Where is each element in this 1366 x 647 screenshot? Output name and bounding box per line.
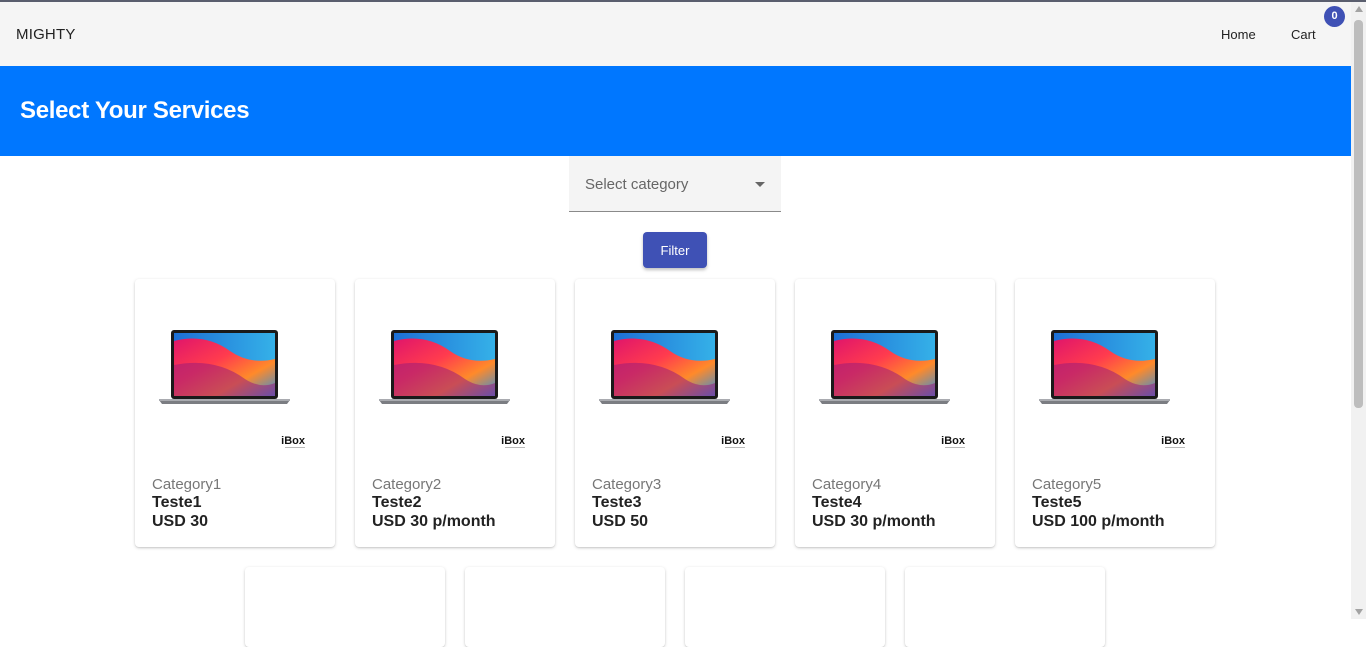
nav-cart-link[interactable]: Cart [1291,27,1316,42]
product-category: Category4 [812,476,882,493]
filter-button[interactable]: Filter [643,232,707,268]
caret-down-icon [755,182,765,187]
cart-count-badge: 0 [1324,6,1345,27]
product-card-partial[interactable] [465,567,665,647]
scrollbar-thumb[interactable] [1354,20,1363,408]
product-name: Teste3 [592,494,642,511]
arrow-down-icon[interactable] [1355,609,1363,615]
brand-mark: iBox [1161,435,1186,447]
product-price: USD 30 [152,513,209,530]
brand-mark: iBox [941,435,966,447]
category-select-placeholder: Select category [585,176,689,193]
hero-banner: Select Your Services [0,66,1351,156]
product-price: USD 30 p/month [812,513,936,530]
page-scrollbar[interactable] [1351,2,1366,619]
product-name: Teste2 [372,494,422,511]
product-card[interactable]: iBox Category2 Teste2 USD 30 p/month [355,279,555,547]
product-price: USD 30 p/month [372,513,496,530]
product-price: USD 100 p/month [1032,513,1165,530]
nav-home-link[interactable]: Home [1221,27,1256,42]
brand-mark: iBox [721,435,746,447]
brand-mark: iBox [501,435,526,447]
product-name: Teste5 [1032,494,1082,511]
product-card-partial[interactable] [685,567,885,647]
product-category: Category5 [1032,476,1102,493]
product-name: Teste1 [152,494,202,511]
laptop-image: iBox [379,330,526,448]
product-card[interactable]: iBox Category5 Teste5 USD 100 p/month [1015,279,1215,547]
product-card[interactable]: iBox Category1 Teste1 USD 30 [135,279,335,547]
category-select[interactable]: Select category [569,156,781,212]
product-category: Category2 [372,476,442,493]
arrow-up-icon[interactable] [1355,6,1363,12]
navbar: MIGHTY Home Cart 0 [0,2,1351,66]
laptop-image: iBox [159,330,306,448]
product-card[interactable]: iBox Category4 Teste4 USD 30 p/month [795,279,995,547]
brand-mark: iBox [281,435,306,447]
laptop-image: iBox [819,330,966,448]
brand-logo[interactable]: MIGHTY [16,26,76,43]
product-card-partial[interactable] [905,567,1105,647]
product-name: Teste4 [812,494,862,511]
page-title: Select Your Services [20,97,250,124]
product-card-partial[interactable] [245,567,445,647]
product-category: Category1 [152,476,222,493]
laptop-image: iBox [599,330,746,448]
laptop-image: iBox [1039,330,1186,448]
product-category: Category3 [592,476,662,493]
product-card[interactable]: iBox Category3 Teste3 USD 50 [575,279,775,547]
product-price: USD 50 [592,513,649,530]
